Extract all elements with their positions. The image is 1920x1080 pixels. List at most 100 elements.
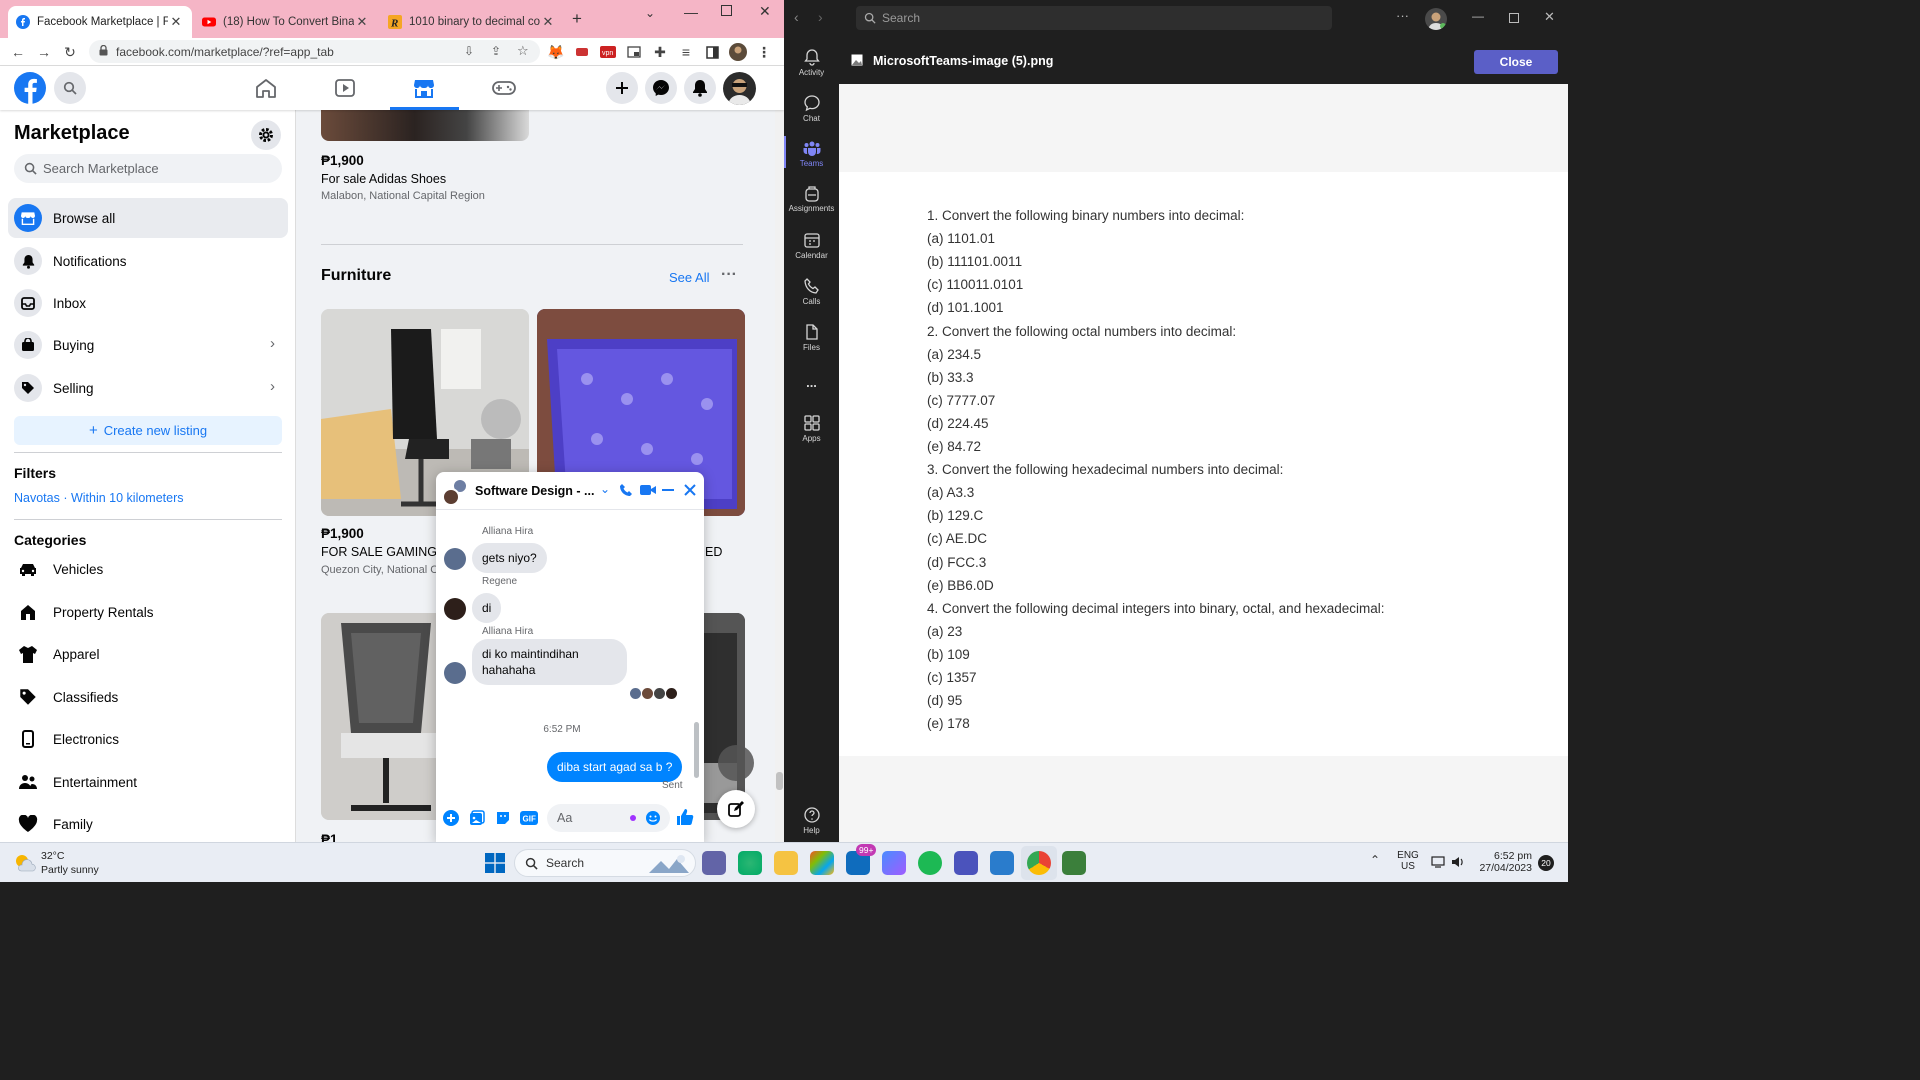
close-tab-icon[interactable]: ✕ [168,14,184,30]
marketplace-icon[interactable] [413,78,435,98]
mail-taskbar-icon[interactable]: 99+ [846,844,877,875]
close-chat-icon[interactable] [684,484,696,496]
message-input[interactable]: Aa [547,804,670,832]
close-window-icon[interactable]: ✕ [759,3,771,20]
rail-files[interactable]: Files [784,315,839,359]
category-vehicles[interactable]: Vehicles [14,554,103,584]
gif-icon[interactable]: GIF [520,810,538,826]
rail-calls[interactable]: Calls [784,269,839,313]
more-actions-icon[interactable] [443,810,459,826]
create-menu-icon[interactable] [606,72,638,104]
input-language[interactable]: ENG US [1397,850,1419,872]
like-thumb-icon[interactable] [676,808,694,826]
bookmark-star-icon[interactable]: ☆ [517,43,529,59]
message-bubble[interactable]: gets niyo? [472,543,547,573]
user-avatar[interactable] [1425,8,1447,30]
nav-browse-all[interactable]: Browse all [8,198,288,238]
see-all-link[interactable]: See All [669,270,709,285]
spotify-taskbar-icon[interactable] [918,851,942,875]
new-message-button[interactable] [717,790,755,828]
minimize-icon[interactable]: — [684,4,698,20]
nav-notifications[interactable]: Notifications [8,241,288,281]
account-avatar[interactable] [723,72,756,105]
sender-avatar[interactable] [444,548,466,570]
messenger-icon[interactable] [645,72,677,104]
rail-chat[interactable]: Chat [784,86,839,130]
voice-call-icon[interactable] [619,483,633,497]
forward-icon[interactable]: → [35,43,53,61]
rail-apps[interactable]: Apps [784,406,839,450]
paint-taskbar-icon[interactable] [990,851,1014,875]
tab-binary-converter[interactable]: R 1010 binary to decimal conver ✕ [380,6,564,38]
reload-icon[interactable]: ↻ [61,43,79,61]
show-hidden-icons[interactable]: ⌃ [1370,853,1380,867]
sender-avatar[interactable] [444,598,466,620]
forward-icon[interactable]: › [818,9,823,25]
rail-assignments[interactable]: Assignments [784,176,839,220]
extension-icon[interactable] [573,43,591,61]
metamask-extension-icon[interactable]: 🦊 [547,43,565,61]
nav-buying[interactable]: Buying › [8,325,288,365]
network-icon[interactable] [1431,856,1445,868]
extensions-puzzle-icon[interactable]: ✚ [651,43,669,61]
page-scrollbar[interactable] [775,66,784,842]
category-electronics[interactable]: Electronics [14,724,119,754]
chrome-menu-icon[interactable]: ⋮ [755,43,773,61]
watch-icon[interactable] [334,78,356,98]
group-avatar[interactable] [442,478,470,506]
location-filter-link[interactable]: Navotas · Within 10 kilometers [14,491,184,505]
weather-widget[interactable]: 32°C Partly sunny [10,849,120,879]
message-bubble[interactable]: di [472,593,502,623]
rail-calendar[interactable]: Calendar [784,223,839,267]
vpn-extension-icon[interactable]: vpn [599,43,617,61]
teams-taskbar-icon[interactable] [954,851,978,875]
listing-title[interactable]: ED [705,545,722,559]
chat-scrollbar-thumb[interactable] [694,722,699,778]
close-tab-icon[interactable]: ✕ [540,14,556,30]
video-call-icon[interactable] [640,484,656,496]
rail-teams[interactable]: Teams [784,131,839,175]
tab-youtube[interactable]: (18) How To Convert Binary To ✕ [194,6,378,38]
marketplace-search-input[interactable]: Search Marketplace [14,154,282,183]
chat-title[interactable]: Software Design - ... [475,484,594,498]
volume-icon[interactable] [1451,856,1465,868]
create-new-listing-button[interactable]: + Create new listing [14,416,282,445]
new-tab-icon[interactable]: + [572,9,582,29]
scrollbar-thumb[interactable] [776,772,783,790]
sender-avatar[interactable] [444,662,466,684]
taskbar-search-box[interactable]: Search [514,849,696,877]
listing-title[interactable]: For sale Adidas Shoes [321,172,446,186]
tab-search-icon[interactable]: ⌄ [645,6,655,20]
my-message-bubble[interactable]: diba start agad sa b ? [547,752,683,782]
address-bar[interactable]: facebook.com/marketplace/?ref=app_tab ⇩ … [89,40,540,63]
emoji-icon[interactable] [645,810,661,826]
category-apparel[interactable]: Apparel [14,639,100,669]
edge-taskbar-icon[interactable] [738,851,762,875]
category-entertainment[interactable]: Entertainment [14,767,137,797]
maximize-icon[interactable] [1509,13,1519,23]
system-clock[interactable]: 6:52 pm 27/04/2023 [1474,850,1532,874]
install-icon[interactable]: ⇩ [464,44,474,58]
back-icon[interactable]: ‹ [794,9,799,25]
chat-head-avatar[interactable] [718,745,754,781]
microsoft-store-taskbar-icon[interactable] [810,851,834,875]
profile-avatar[interactable] [729,43,747,61]
nav-inbox[interactable]: Inbox [8,283,288,323]
media-control-icon[interactable]: ≡ [677,43,695,61]
category-property-rentals[interactable]: Property Rentals [14,597,154,627]
share-icon[interactable]: ⇪ [491,44,501,58]
picture-in-picture-icon[interactable] [625,43,643,61]
close-tab-icon[interactable]: ✕ [354,14,370,30]
notification-count-badge[interactable]: 20 [1538,855,1554,871]
nav-selling[interactable]: Selling › [8,368,288,408]
back-icon[interactable]: ← [9,43,27,61]
more-options-icon[interactable]: ··· [1396,8,1409,23]
rail-activity[interactable]: Activity [784,40,839,84]
listing-title[interactable]: FOR SALE GAMING C [321,545,436,559]
close-button[interactable]: Close [1474,50,1558,74]
teams-search-input[interactable]: Search [856,6,1332,30]
settings-gear-icon[interactable] [251,120,281,150]
close-window-icon[interactable]: ✕ [1544,9,1555,25]
side-panel-icon[interactable] [703,43,721,61]
home-icon[interactable] [255,78,277,98]
